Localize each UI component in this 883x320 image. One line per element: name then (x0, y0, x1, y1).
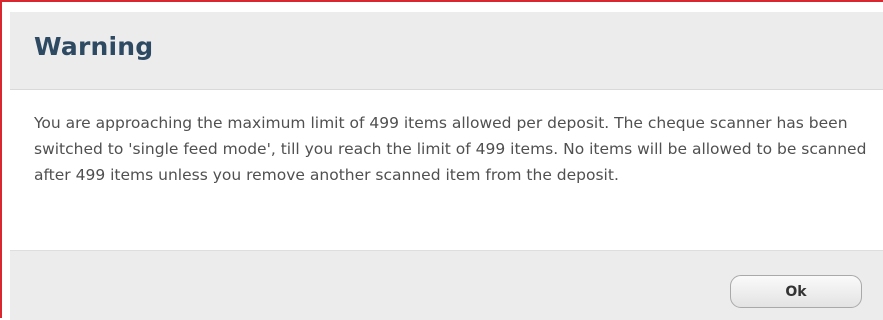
ok-button[interactable]: Ok (730, 275, 862, 308)
dialog-message: You are approaching the maximum limit of… (34, 114, 867, 184)
dialog-header: Warning (10, 12, 883, 90)
dialog-footer: Ok (10, 250, 883, 320)
warning-dialog: Warning You are approaching the maximum … (0, 0, 883, 320)
dialog-title: Warning (34, 32, 154, 61)
dialog-body: You are approaching the maximum limit of… (10, 90, 883, 250)
